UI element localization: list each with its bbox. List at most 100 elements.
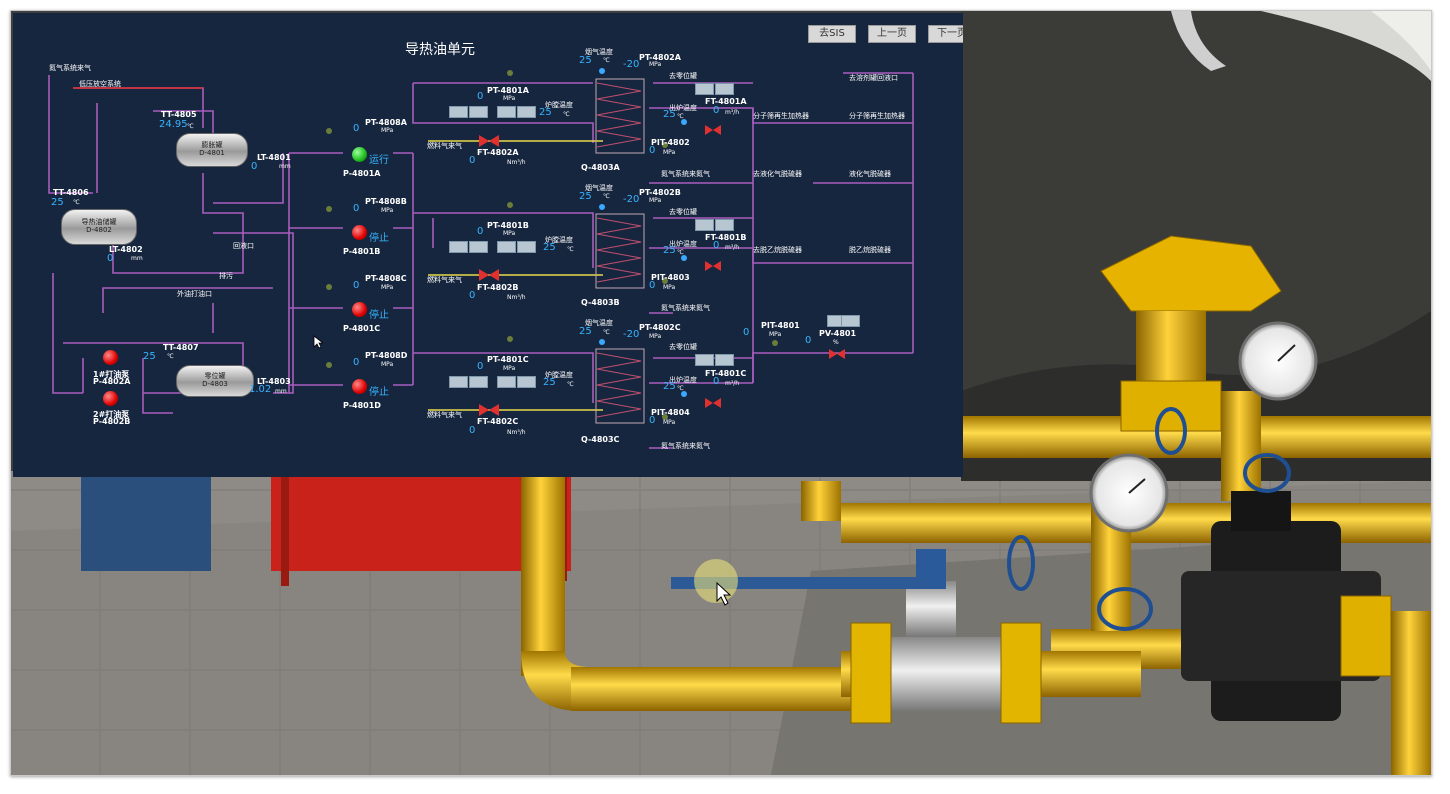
pump-p-4801d-status: 停止 [369, 387, 389, 398]
ft-4801c-unit: m³/h [725, 380, 740, 387]
drain-label: 排污 [219, 272, 233, 280]
tt-4805-value: 24.95 [159, 119, 188, 130]
fuel-gas-c-label: 燃料气来气 [427, 411, 462, 419]
n2-supply-a-label: 氮气系统来氮气 [661, 170, 710, 178]
pit-4804-unit: MPa [663, 419, 676, 426]
ft-4801c-value: 0 [713, 376, 720, 387]
pv-4801-unit: % [833, 339, 839, 346]
pump-icon[interactable] [352, 302, 367, 317]
flue-temp-c-unit: ℃ [603, 329, 610, 336]
ft-4801b-unit: m³/h [725, 244, 740, 251]
outlet-lpg-right: 液化气脱硫器 [849, 170, 891, 178]
tank-d-4803-name: 零位罐 [204, 372, 226, 380]
pt-4802a-unit: MPa [649, 61, 662, 68]
tt-4805-tag: TT-4805 [161, 110, 197, 119]
pump-p-4801c-status: 停止 [369, 310, 389, 321]
flue-temp-b-value: 25 [579, 191, 592, 202]
pt-4808b-value: 0 [353, 203, 360, 214]
heater-q-4803a-id: Q-4803A [581, 163, 620, 172]
to-zero-tank-a-label: 去零位罐 [669, 72, 697, 80]
tt-4806-value: 25 [51, 197, 64, 208]
pt-4802b-unit: MPa [649, 197, 662, 204]
prev-page-button[interactable]: 上一页 [868, 25, 916, 43]
ft-4802c-tag: FT-4802C [477, 417, 519, 426]
hmi-title: 导热油单元 [405, 42, 475, 58]
tank-d-4803[interactable]: 零位罐 D-4803 [176, 365, 254, 397]
pump-icon[interactable] [103, 391, 118, 406]
pit-4803-unit: MPa [663, 284, 676, 291]
pt-4802c-value: -20 [623, 329, 640, 340]
pt-4802b-tag: PT-4802B [639, 188, 681, 197]
pt-4808b-unit: MPa [381, 207, 394, 214]
ft-4802c-unit: Nm³/h [507, 429, 526, 436]
pt-4808d-value: 0 [353, 357, 360, 368]
tank-d-4803-id: D-4803 [202, 380, 228, 388]
outlet-temp-c-value: 25 [663, 381, 676, 392]
heater-q-4803b-id: Q-4803B [581, 298, 620, 307]
pit-4804-tag: PIT-4804 [651, 408, 690, 417]
pump-p-4801b-id: P-4801B [343, 247, 381, 256]
next-page-button[interactable]: 下一页 [928, 25, 963, 43]
tank-d-4801-id: D-4801 [199, 149, 225, 157]
lt-4802-tag: LT-4802 [109, 245, 143, 254]
pt-4801a-unit: MPa [503, 95, 516, 102]
pump-icon[interactable] [352, 379, 367, 394]
process-flow-lines [48, 70, 914, 449]
external-fill-label: 外油打油口 [177, 290, 212, 298]
furnace-temp-a-value: 25 [539, 107, 552, 118]
pv-4801-value: 0 [805, 335, 812, 346]
ft-4802c-value: 0 [469, 425, 476, 436]
pt-4808b-tag: PT-4808B [365, 197, 407, 206]
pt-4801a-value: 0 [477, 91, 484, 102]
go-sis-button[interactable]: 去SIS [808, 25, 856, 43]
lt-4803-unit: mm [275, 388, 287, 395]
lt-4803-value: 1.02 [249, 384, 272, 395]
tt-4805-unit: ℃ [187, 123, 194, 130]
furnace-temp-a-unit: ℃ [563, 111, 570, 118]
pump-icon[interactable] [103, 350, 118, 365]
tt-4807-value: 25 [143, 351, 156, 362]
outlet-temp-b-value: 25 [663, 245, 676, 256]
pump-p-4801d-id: P-4801D [343, 401, 381, 410]
pit-4804-value: 0 [649, 415, 656, 426]
pit-4802-value: 0 [649, 145, 656, 156]
tt-4806-tag: TT-4806 [53, 188, 89, 197]
pt-4801c-value: 0 [477, 361, 484, 372]
outlet-deethanizer-right: 脱乙烷脱硫器 [849, 246, 891, 254]
lt-4802-value: 0 [107, 253, 114, 264]
outlet-lpg-left: 去液化气脱硫器 [753, 170, 802, 178]
fuel-gas-b-label: 燃料气来气 [427, 276, 462, 284]
flue-temp-a-value: 25 [579, 55, 592, 66]
pit-4802-tag: PIT-4802 [651, 138, 690, 147]
pt-4808c-unit: MPa [381, 284, 394, 291]
pt-4808a-value: 0 [353, 123, 360, 134]
pt-4802c-tag: PT-4802C [639, 323, 681, 332]
pt-4802c-unit: MPa [649, 333, 662, 340]
furnace-temp-c-value: 25 [543, 377, 556, 388]
tank-d-4802-id: D-4802 [86, 226, 112, 234]
furnace-temp-b-value: 25 [543, 242, 556, 253]
lt-4801-tag: LT-4801 [257, 153, 291, 162]
lt-4802-unit: mm [131, 255, 143, 262]
furnace-temp-c-unit: ℃ [567, 381, 574, 388]
n2-supply-c-label: 氮气系统来氮气 [661, 442, 710, 450]
pump-p-4801a-id: P-4801A [343, 169, 381, 178]
ft-4802b-value: 0 [469, 290, 476, 301]
pump-p-4801c-id: P-4801C [343, 324, 381, 333]
pump-icon[interactable] [352, 225, 367, 240]
flue-temp-b-unit: ℃ [603, 193, 610, 200]
ft-4801a-tag: FT-4801A [705, 97, 747, 106]
return-port-label: 回液口 [233, 242, 254, 250]
flue-temp-c-value: 25 [579, 326, 592, 337]
lt-4801-value: 0 [251, 161, 258, 172]
pv-4801-tag: PV-4801 [819, 329, 857, 338]
to-solvent-return-label: 去溶剂罐回液口 [849, 74, 898, 82]
pump-icon[interactable] [352, 147, 367, 162]
pt-4801c-tag: PT-4801C [487, 355, 529, 364]
pit-4801-unit: MPa [769, 331, 782, 338]
ft-4802b-tag: FT-4802B [477, 283, 519, 292]
pt-4808d-tag: PT-4808D [365, 351, 408, 360]
tank-d-4802[interactable]: 导热油储罐 D-4802 [61, 209, 137, 245]
tank-d-4801[interactable]: 膨胀罐 D-4801 [176, 133, 248, 167]
ft-4802b-unit: Nm³/h [507, 294, 526, 301]
